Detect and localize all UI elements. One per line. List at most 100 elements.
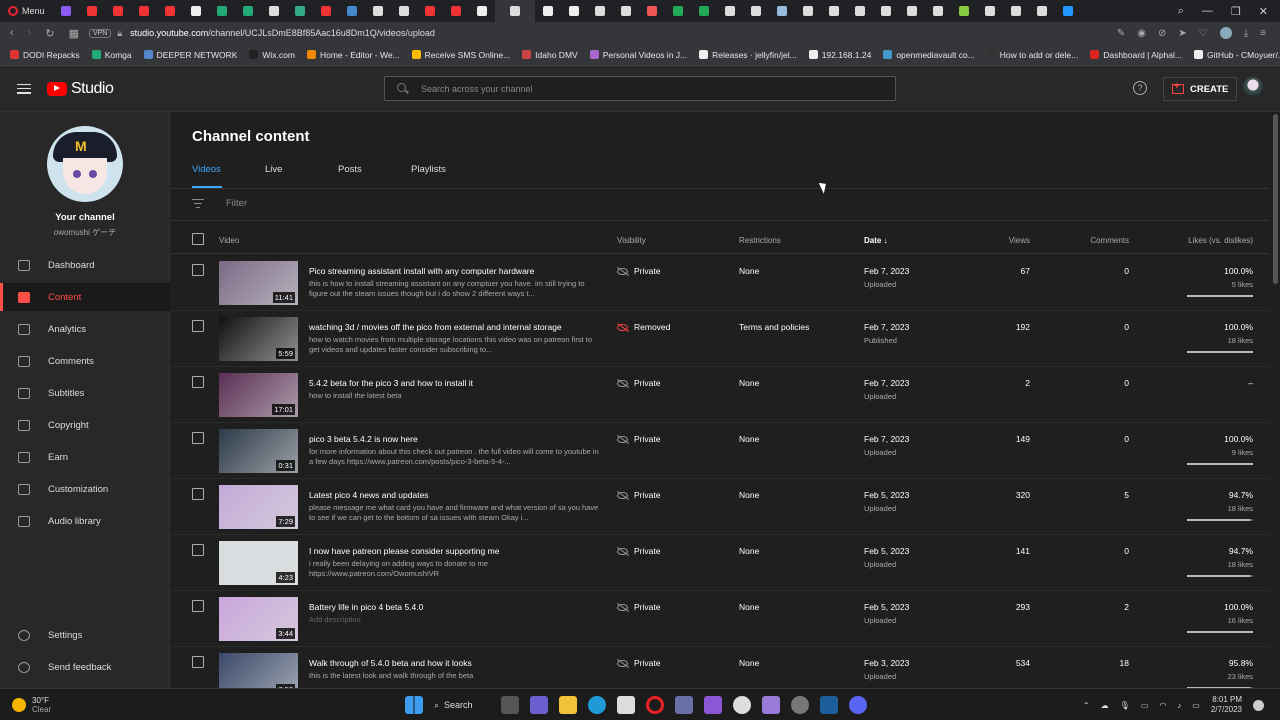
bookmark-item[interactable]: DODI Repacks [10, 50, 80, 60]
bookmark-item[interactable]: Releases · jellyfin/jel... [699, 50, 797, 60]
row-checkbox[interactable] [192, 488, 204, 500]
sidebar-item-settings[interactable]: Settings [0, 621, 170, 649]
browser-tab[interactable] [313, 0, 339, 22]
channel-search[interactable] [384, 76, 896, 101]
col-comments[interactable]: Comments [1090, 236, 1129, 245]
filter-input[interactable]: Filter [226, 198, 247, 209]
start-icon[interactable] [405, 696, 423, 714]
browser-tab[interactable] [769, 0, 795, 22]
browser-tab[interactable] [587, 0, 613, 22]
browser-tab[interactable] [951, 0, 977, 22]
table-row[interactable]: 7:52 Walk through of 5.4.0 beta and how i… [171, 647, 1269, 688]
tab-videos[interactable]: Videos [192, 164, 222, 188]
url-field[interactable]: studio.youtube.com/channel/UCJLsDmE8Bf85… [130, 28, 435, 38]
table-row[interactable]: 0:31 pico 3 beta 5.4.2 is now here for mor… [171, 423, 1269, 479]
tab-live[interactable]: Live [265, 164, 338, 188]
video-title[interactable]: pico 3 beta 5.4.2 is now here [309, 434, 418, 444]
col-likes[interactable]: Likes (vs. dislikes) [1188, 236, 1253, 245]
create-button[interactable]: CREATE [1163, 77, 1238, 101]
task-view-icon[interactable] [501, 696, 519, 714]
sidebar-item-earn[interactable]: Earn [0, 443, 170, 471]
taskbar-search[interactable]: ⌕ Search [434, 700, 490, 711]
filter-bar[interactable]: Filter [192, 198, 247, 209]
browser-tab[interactable] [365, 0, 391, 22]
clock[interactable]: 8:01 PM 2/7/2023 [1211, 695, 1242, 715]
profile-icon[interactable] [1219, 27, 1232, 39]
browser-tab[interactable] [391, 0, 417, 22]
visibility-cell[interactable]: Removed [617, 322, 670, 332]
video-title[interactable]: I now have patreon please consider suppo… [309, 546, 499, 556]
sidebar-item-audio-library[interactable]: Audio library [0, 507, 170, 535]
bookmark-item[interactable]: Home - Editor - We... [306, 50, 400, 60]
video-thumbnail[interactable]: 3:44 [219, 597, 298, 641]
select-all-checkbox[interactable] [192, 233, 204, 245]
channel-avatar[interactable]: M [47, 126, 123, 202]
video-thumbnail[interactable]: 0:31 [219, 429, 298, 473]
video-thumbnail[interactable]: 5:59 [219, 317, 298, 361]
video-thumbnail[interactable]: 7:52 [219, 653, 298, 688]
row-checkbox[interactable] [192, 432, 204, 444]
file-explorer-icon[interactable] [559, 696, 577, 714]
browser-tab[interactable] [535, 0, 561, 22]
video-title[interactable]: Battery life in pico 4 beta 5.4.0 [309, 602, 423, 612]
col-date[interactable]: Date ↓ [864, 236, 888, 245]
row-checkbox[interactable] [192, 600, 204, 612]
bookmark-item[interactable]: 192.168.1.24 [808, 50, 871, 60]
browser-tab-active[interactable] [494, 0, 535, 22]
video-title[interactable]: Latest pico 4 news and updates [309, 490, 429, 500]
network-icon[interactable]: ▭ [1141, 701, 1149, 710]
send-icon[interactable]: ➤ [1178, 28, 1186, 39]
steam-icon[interactable] [820, 696, 838, 714]
minimize-icon[interactable]: — [1202, 5, 1213, 18]
tab-playlists[interactable]: Playlists [411, 164, 484, 188]
browser-tab[interactable] [79, 0, 105, 22]
store-icon[interactable] [617, 696, 635, 714]
studio-logo[interactable]: Studio [47, 80, 114, 98]
bookmark-item[interactable]: DEEPER NETWORK [143, 50, 237, 60]
video-title[interactable]: Walk through of 5.4.0 beta and how it lo… [309, 658, 472, 668]
visibility-cell[interactable]: Private [617, 490, 660, 500]
page-scrollbar[interactable] [1271, 112, 1280, 688]
discord-icon[interactable] [849, 696, 867, 714]
sidebar-item-copyright[interactable]: Copyright [0, 411, 170, 439]
visibility-cell[interactable]: Private [617, 546, 660, 556]
browser-tab[interactable] [53, 0, 79, 22]
forward-icon[interactable]: › [28, 27, 32, 40]
browser-tab[interactable] [443, 0, 469, 22]
browser-tab[interactable] [847, 0, 873, 22]
sidebar-item-dashboard[interactable]: Dashboard [0, 251, 170, 279]
browser-tab[interactable] [717, 0, 743, 22]
table-row[interactable]: 4:23 I now have patreon please consider s… [171, 535, 1269, 591]
row-checkbox[interactable] [192, 544, 204, 556]
browser-tab[interactable] [1055, 0, 1081, 22]
filter-icon[interactable] [192, 199, 204, 208]
sidebar-item-send-feedback[interactable]: Send feedback [0, 653, 170, 681]
onedrive-icon[interactable]: ☁ [1101, 701, 1109, 710]
sidebar-item-content[interactable]: Content [0, 283, 170, 311]
browser-tab[interactable] [1003, 0, 1029, 22]
video-title[interactable]: Pico streaming assistant install with an… [309, 266, 534, 276]
mic-icon[interactable]: 🎙︎ [1120, 701, 1130, 710]
browser-tab[interactable] [157, 0, 183, 22]
account-avatar[interactable] [1243, 77, 1263, 97]
visibility-cell[interactable]: Private [617, 266, 660, 276]
browser-tab[interactable] [183, 0, 209, 22]
browser-tab[interactable] [795, 0, 821, 22]
reload-icon[interactable]: ↻ [45, 27, 54, 40]
opera-icon[interactable] [646, 696, 664, 714]
video-title[interactable]: 5.4.2 beta for the pico 3 and how to ins… [309, 378, 473, 388]
table-row[interactable]: 7:29 Latest pico 4 news and updates please… [171, 479, 1269, 535]
edge-icon[interactable] [588, 696, 606, 714]
heart-icon[interactable]: ♡ [1199, 28, 1208, 39]
visibility-cell[interactable]: Private [617, 434, 660, 444]
help-icon[interactable]: ? [1133, 81, 1147, 95]
search-input[interactable] [421, 83, 861, 94]
browser-tab[interactable] [287, 0, 313, 22]
browser-tab[interactable] [339, 0, 365, 22]
row-checkbox[interactable] [192, 320, 204, 332]
row-checkbox[interactable] [192, 656, 204, 668]
visibility-cell[interactable]: Private [617, 378, 660, 388]
video-thumbnail[interactable]: 11:41 [219, 261, 298, 305]
back-icon[interactable]: ‹ [10, 27, 14, 40]
browser-tab[interactable] [691, 0, 717, 22]
